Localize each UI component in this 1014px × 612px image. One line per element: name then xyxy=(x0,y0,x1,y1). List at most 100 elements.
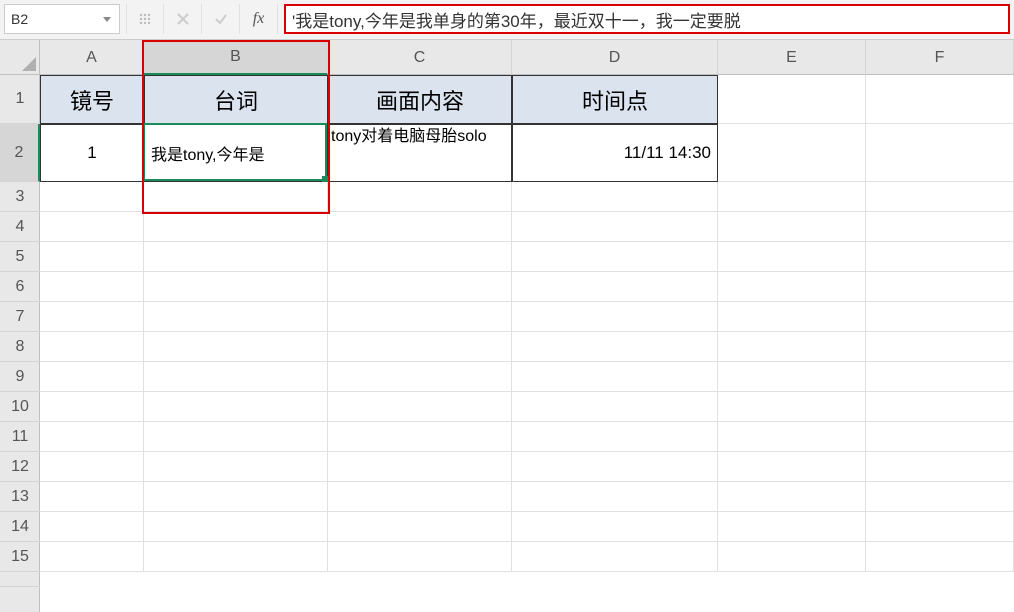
cell-B4[interactable] xyxy=(144,212,328,242)
cell-D10[interactable] xyxy=(512,392,718,422)
cell-E2[interactable] xyxy=(718,124,866,182)
cell-D1[interactable]: 时间点 xyxy=(512,75,718,124)
cell-A8[interactable] xyxy=(40,332,144,362)
cell-B8[interactable] xyxy=(144,332,328,362)
cell-D6[interactable] xyxy=(512,272,718,302)
name-box[interactable]: B2 xyxy=(4,4,120,34)
formula-input[interactable]: '我是tony,今年是我单身的第30年，最近双十一，我一定要脱 xyxy=(284,4,1010,34)
cell-D11[interactable] xyxy=(512,422,718,452)
cell-C6[interactable] xyxy=(328,272,512,302)
cell-C3[interactable] xyxy=(328,182,512,212)
row-header-5[interactable]: 5 xyxy=(0,242,40,272)
cell-F3[interactable] xyxy=(866,182,1014,212)
cell-E1[interactable] xyxy=(718,75,866,124)
cell-E11[interactable] xyxy=(718,422,866,452)
cell-D7[interactable] xyxy=(512,302,718,332)
cell-C10[interactable] xyxy=(328,392,512,422)
row-header-12[interactable]: 12 xyxy=(0,452,40,482)
row-header-2[interactable]: 2 xyxy=(0,124,40,182)
cell-D4[interactable] xyxy=(512,212,718,242)
row-header-1[interactable]: 1 xyxy=(0,75,40,124)
cell-B6[interactable] xyxy=(144,272,328,302)
cell-F10[interactable] xyxy=(866,392,1014,422)
cell-A3[interactable] xyxy=(40,182,144,212)
cell-E9[interactable] xyxy=(718,362,866,392)
cell-B13[interactable] xyxy=(144,482,328,512)
cell-C2[interactable]: tony对着电脑母胎solo xyxy=(328,124,512,182)
cell-D14[interactable] xyxy=(512,512,718,542)
cell-F7[interactable] xyxy=(866,302,1014,332)
cell-A12[interactable] xyxy=(40,452,144,482)
cell-A5[interactable] xyxy=(40,242,144,272)
dropdown-icon[interactable] xyxy=(103,17,111,22)
cell-C1[interactable]: 画面内容 xyxy=(328,75,512,124)
cell-E12[interactable] xyxy=(718,452,866,482)
cell-B5[interactable] xyxy=(144,242,328,272)
row-header-7[interactable]: 7 xyxy=(0,302,40,332)
cell-A7[interactable] xyxy=(40,302,144,332)
cell-F13[interactable] xyxy=(866,482,1014,512)
cell-B1[interactable]: 台词 xyxy=(144,75,328,124)
row-header-11[interactable]: 11 xyxy=(0,422,40,452)
cell-A14[interactable] xyxy=(40,512,144,542)
cell-F11[interactable] xyxy=(866,422,1014,452)
cell-E14[interactable] xyxy=(718,512,866,542)
cell-D3[interactable] xyxy=(512,182,718,212)
cell-C12[interactable] xyxy=(328,452,512,482)
cell-A9[interactable] xyxy=(40,362,144,392)
cell-C15[interactable] xyxy=(328,542,512,572)
cell-A4[interactable] xyxy=(40,212,144,242)
row-header-4[interactable]: 4 xyxy=(0,212,40,242)
cell-B14[interactable] xyxy=(144,512,328,542)
select-all-corner[interactable] xyxy=(0,40,40,75)
row-header-3[interactable]: 3 xyxy=(0,182,40,212)
col-header-E[interactable]: E xyxy=(718,40,866,75)
cell-D8[interactable] xyxy=(512,332,718,362)
cell-F15[interactable] xyxy=(866,542,1014,572)
row-header-13[interactable]: 13 xyxy=(0,482,40,512)
cell-D13[interactable] xyxy=(512,482,718,512)
cell-B10[interactable] xyxy=(144,392,328,422)
cell-D5[interactable] xyxy=(512,242,718,272)
cell-F8[interactable] xyxy=(866,332,1014,362)
cell-E10[interactable] xyxy=(718,392,866,422)
cell-B12[interactable] xyxy=(144,452,328,482)
cell-D12[interactable] xyxy=(512,452,718,482)
cell-A1[interactable]: 镜号 xyxy=(40,75,144,124)
cell-F1[interactable] xyxy=(866,75,1014,124)
cell-E15[interactable] xyxy=(718,542,866,572)
cell-E6[interactable] xyxy=(718,272,866,302)
col-header-D[interactable]: D xyxy=(512,40,718,75)
cell-D2[interactable]: 11/11 14:30 xyxy=(512,124,718,182)
cell-B15[interactable] xyxy=(144,542,328,572)
fx-icon[interactable]: fx xyxy=(240,4,278,34)
cell-C13[interactable] xyxy=(328,482,512,512)
cell-F5[interactable] xyxy=(866,242,1014,272)
cell-C11[interactable] xyxy=(328,422,512,452)
cell-B2[interactable]: 我是tony,今年是 xyxy=(144,124,328,182)
col-header-C[interactable]: C xyxy=(328,40,512,75)
row-header-9[interactable]: 9 xyxy=(0,362,40,392)
cell-A10[interactable] xyxy=(40,392,144,422)
cell-C4[interactable] xyxy=(328,212,512,242)
cell-B3[interactable] xyxy=(144,182,328,212)
cell-F4[interactable] xyxy=(866,212,1014,242)
cell-C8[interactable] xyxy=(328,332,512,362)
cell-B7[interactable] xyxy=(144,302,328,332)
col-header-F[interactable]: F xyxy=(866,40,1014,75)
col-header-B[interactable]: B xyxy=(144,40,328,75)
cell-A2[interactable]: 1 xyxy=(40,124,144,182)
cell-C9[interactable] xyxy=(328,362,512,392)
cell-F14[interactable] xyxy=(866,512,1014,542)
row-header-14[interactable]: 14 xyxy=(0,512,40,542)
cell-A13[interactable] xyxy=(40,482,144,512)
cells-area[interactable]: 镜号台词画面内容时间点 1我是tony,今年是tony对着电脑母胎solo11/1… xyxy=(40,75,1014,612)
cell-F2[interactable] xyxy=(866,124,1014,182)
cell-D15[interactable] xyxy=(512,542,718,572)
row-header-10[interactable]: 10 xyxy=(0,392,40,422)
cell-A6[interactable] xyxy=(40,272,144,302)
cell-E8[interactable] xyxy=(718,332,866,362)
spreadsheet-grid[interactable]: ABCDEF 123456789101112131415 镜号台词画面内容时间点… xyxy=(0,40,1014,612)
cell-E5[interactable] xyxy=(718,242,866,272)
cell-B11[interactable] xyxy=(144,422,328,452)
